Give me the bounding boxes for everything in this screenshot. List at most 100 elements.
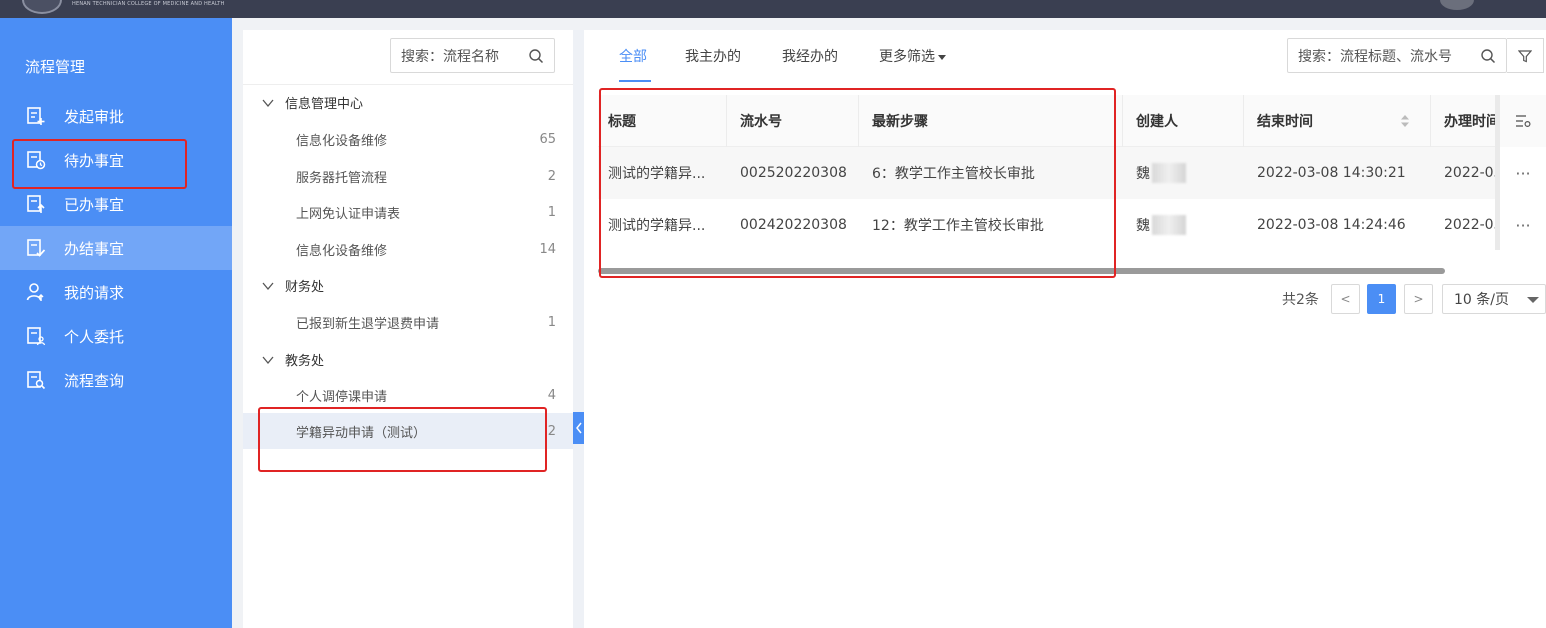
tree-group-label: 财务处 — [285, 280, 325, 295]
redacted-name — [1152, 215, 1186, 235]
tree-group-label: 教务处 — [285, 354, 325, 369]
tree-item-label: 信息化设备维修 — [296, 133, 388, 149]
chevron-down-icon[interactable] — [261, 279, 275, 293]
sidebar-item-start-approval[interactable]: 发起审批 — [0, 94, 232, 138]
college-logo — [22, 0, 62, 14]
filter-icon — [1518, 49, 1532, 62]
column-header-end-time-label: 结束时间 — [1257, 114, 1313, 130]
completed-icon — [27, 239, 46, 257]
sidebar-item-process-search[interactable]: 流程查询 — [0, 358, 232, 402]
sidebar-item-label: 个人委托 — [64, 327, 125, 346]
record-search[interactable]: 搜索：流程标题、流水号 — [1287, 38, 1507, 73]
process-name-search[interactable]: 搜索：流程名称 — [390, 38, 555, 73]
sidebar-item-delegate[interactable]: 个人委托 — [0, 314, 232, 358]
cell-creator: 魏 — [1126, 199, 1242, 251]
tree-item-count: 2 — [547, 168, 556, 184]
tree-item-count: 1 — [547, 204, 556, 220]
column-divider — [1122, 95, 1123, 147]
pagination-total: 共2条 — [1282, 292, 1319, 308]
tree-item-count: 14 — [539, 241, 556, 257]
tab-more-filters[interactable]: 更多筛选 — [879, 46, 946, 66]
sidebar-item-label: 流程查询 — [64, 371, 125, 390]
search-icon[interactable] — [528, 48, 544, 64]
page-1-button[interactable]: 1 — [1367, 284, 1396, 314]
my-request-icon — [26, 283, 44, 301]
sidebar-title: 流程管理 — [25, 58, 86, 76]
sidebar-item-label: 办结事宜 — [64, 239, 125, 258]
chevron-down-icon — [1527, 297, 1539, 303]
prev-page-button[interactable]: < — [1331, 284, 1360, 314]
tree-group-info-center[interactable]: 信息管理中心 — [261, 93, 363, 112]
chevron-left-icon — [575, 422, 582, 434]
column-divider — [1243, 95, 1244, 147]
process-tree-panel: 搜索：流程名称 信息管理中心 信息化设备维修 65 服务器托管流程 2 上网免认… — [243, 30, 573, 628]
delegate-icon — [27, 327, 46, 346]
tree-item-label: 个人调停课申请 — [296, 389, 388, 405]
tree-item[interactable]: 上网免认证申请表 1 — [243, 194, 573, 230]
panel-divider — [573, 30, 584, 628]
sidebar-item-completed[interactable]: 办结事宜 — [0, 226, 232, 270]
column-settings-button[interactable] — [1500, 95, 1546, 147]
logo-text: HENAN TECHNICIAN COLLEGE OF MEDICINE AND… — [72, 1, 225, 7]
chevron-down-icon[interactable] — [261, 353, 275, 367]
tab-more-filters-label: 更多筛选 — [879, 49, 935, 65]
active-tab-indicator — [619, 80, 651, 82]
column-header-creator[interactable]: 创建人 — [1126, 95, 1242, 147]
creator-name: 魏 — [1136, 166, 1150, 182]
search-icon[interactable] — [1480, 48, 1496, 64]
column-settings-icon — [1516, 115, 1531, 128]
user-avatar[interactable] — [1440, 0, 1474, 10]
tree-group-academic-affairs[interactable]: 教务处 — [261, 350, 324, 369]
row-actions-button[interactable]: ··· — [1500, 199, 1546, 251]
tree-item[interactable]: 信息化设备维修 14 — [243, 231, 573, 267]
row-actions-button[interactable]: ··· — [1500, 147, 1546, 199]
annotation-box-tree-item — [258, 407, 547, 472]
cell-handle-time: 2022-03 — [1444, 165, 1498, 181]
annotation-box-table — [599, 88, 1116, 278]
tree-item-count: 2 — [547, 423, 556, 439]
column-divider — [1430, 95, 1431, 147]
search-input[interactable]: 搜索：流程标题、流水号 — [1298, 46, 1480, 66]
creator-name: 魏 — [1136, 218, 1150, 234]
redacted-name — [1152, 163, 1186, 183]
tree-item-count: 4 — [547, 387, 556, 403]
top-bar: HENAN TECHNICIAN COLLEGE OF MEDICINE AND… — [0, 0, 1546, 18]
sidebar-item-label: 已办事宜 — [64, 195, 125, 214]
divider — [243, 84, 573, 85]
sidebar-item-my-request[interactable]: 我的请求 — [0, 270, 232, 314]
cell-end-time: 2022-03-08 14:30:21 — [1257, 165, 1406, 181]
annotation-box-todo — [12, 139, 187, 189]
tree-item[interactable]: 信息化设备维修 65 — [243, 121, 573, 157]
tree-item[interactable]: 已报到新生退学退费申请 1 — [243, 304, 573, 340]
sidebar-item-label: 发起审批 — [64, 107, 125, 126]
cell-handle-time: 2022-03 — [1444, 217, 1498, 233]
tree-item-label: 服务器托管流程 — [296, 170, 388, 186]
chevron-down-icon[interactable] — [261, 96, 275, 110]
search-input[interactable]: 搜索：流程名称 — [401, 46, 528, 66]
sort-icon[interactable] — [1400, 114, 1410, 128]
sidebar-item-label: 我的请求 — [64, 283, 125, 302]
tab-all[interactable]: 全部 — [619, 46, 647, 66]
tab-my-handled[interactable]: 我经办的 — [782, 46, 838, 66]
column-header-handle-time[interactable]: 办理时间 — [1434, 95, 1498, 147]
tab-my-hosted[interactable]: 我主办的 — [685, 46, 741, 66]
tree-item-label: 信息化设备维修 — [296, 243, 388, 259]
next-page-button[interactable]: > — [1404, 284, 1433, 314]
tree-item-label: 上网免认证申请表 — [296, 206, 401, 222]
column-header-end-time[interactable]: 结束时间 — [1247, 95, 1417, 147]
tree-group-finance[interactable]: 财务处 — [261, 276, 324, 295]
caret-down-icon — [938, 54, 946, 60]
tree-item-label: 已报到新生退学退费申请 — [296, 316, 440, 332]
start-approval-icon — [27, 107, 45, 125]
sidebar: 流程管理 发起审批 待办事宜 已办事宜 办结事宜 我的请求 个人委托 流程查询 — [0, 18, 232, 628]
page-size-value: 10 条/页 — [1454, 292, 1509, 308]
tree-item-count: 65 — [539, 131, 556, 147]
tree-item[interactable]: 服务器托管流程 2 — [243, 158, 573, 194]
cell-creator: 魏 — [1126, 147, 1242, 199]
cell-end-time: 2022-03-08 14:24:46 — [1257, 217, 1406, 233]
filter-button[interactable] — [1507, 38, 1544, 73]
process-search-icon — [27, 371, 46, 390]
done-icon — [27, 195, 45, 213]
collapse-panel-button[interactable] — [573, 412, 584, 444]
page-size-select[interactable]: 10 条/页 — [1442, 284, 1546, 314]
